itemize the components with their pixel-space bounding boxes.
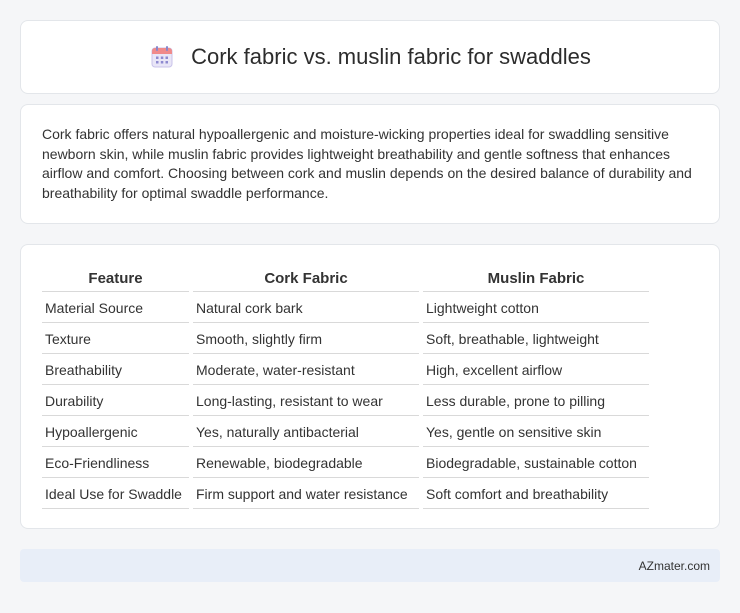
column-header-cork: Cork Fabric [193, 267, 419, 292]
feature-cell: Ideal Use for Swaddle [42, 480, 189, 509]
table-row: Material Source Natural cork bark Lightw… [42, 294, 649, 323]
footer-site-link[interactable]: AZmater.com [639, 559, 710, 573]
cork-cell: Yes, naturally antibacterial [193, 418, 419, 447]
feature-cell: Texture [42, 325, 189, 354]
cork-cell: Natural cork bark [193, 294, 419, 323]
muslin-cell: Soft, breathable, lightweight [423, 325, 649, 354]
summary-card: Cork fabric offers natural hypoallergeni… [20, 104, 720, 224]
muslin-cell: Biodegradable, sustainable cotton [423, 449, 649, 478]
muslin-cell: Less durable, prone to pilling [423, 387, 649, 416]
muslin-cell: Soft comfort and breathability [423, 480, 649, 509]
muslin-cell: Yes, gentle on sensitive skin [423, 418, 649, 447]
feature-cell: Hypoallergenic [42, 418, 189, 447]
cork-cell: Renewable, biodegradable [193, 449, 419, 478]
summary-text: Cork fabric offers natural hypoallergeni… [42, 126, 692, 201]
page-title: Cork fabric vs. muslin fabric for swaddl… [191, 44, 591, 69]
cork-cell: Long-lasting, resistant to wear [193, 387, 419, 416]
calendar-icon [149, 44, 175, 70]
table-row: Texture Smooth, slightly firm Soft, brea… [42, 325, 649, 354]
comparison-table: Feature Cork Fabric Muslin Fabric Materi… [38, 265, 653, 511]
table-row: Hypoallergenic Yes, naturally antibacter… [42, 418, 649, 447]
column-header-muslin: Muslin Fabric [423, 267, 649, 292]
cork-cell: Smooth, slightly firm [193, 325, 419, 354]
table-row: Durability Long-lasting, resistant to we… [42, 387, 649, 416]
table-row: Ideal Use for Swaddle Firm support and w… [42, 480, 649, 509]
table-row: Eco-Friendliness Renewable, biodegradabl… [42, 449, 649, 478]
title-wrap: Cork fabric vs. muslin fabric for swaddl… [149, 44, 591, 70]
comparison-card: Feature Cork Fabric Muslin Fabric Materi… [20, 244, 720, 529]
feature-cell: Eco-Friendliness [42, 449, 189, 478]
cork-cell: Firm support and water resistance [193, 480, 419, 509]
title-card: Cork fabric vs. muslin fabric for swaddl… [20, 20, 720, 94]
table-row: Breathability Moderate, water-resistant … [42, 356, 649, 385]
feature-cell: Breathability [42, 356, 189, 385]
column-header-feature: Feature [42, 267, 189, 292]
footer-bar: AZmater.com [20, 549, 720, 582]
muslin-cell: Lightweight cotton [423, 294, 649, 323]
table-header-row: Feature Cork Fabric Muslin Fabric [42, 267, 649, 292]
muslin-cell: High, excellent airflow [423, 356, 649, 385]
cork-cell: Moderate, water-resistant [193, 356, 419, 385]
feature-cell: Material Source [42, 294, 189, 323]
feature-cell: Durability [42, 387, 189, 416]
